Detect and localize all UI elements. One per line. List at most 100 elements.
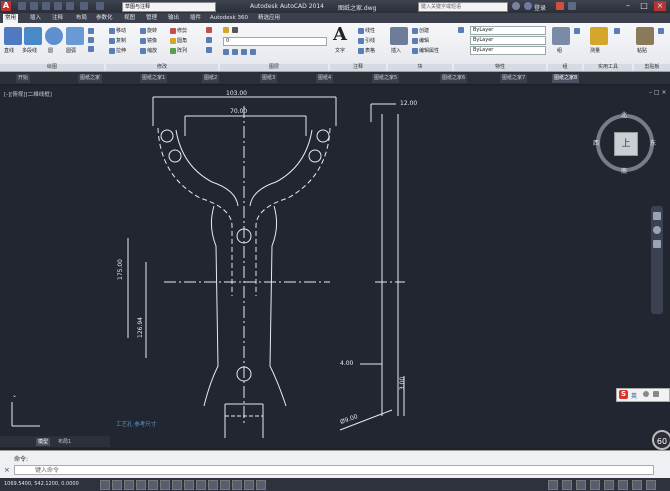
tab-insert[interactable]: 插入 bbox=[30, 14, 41, 23]
layer-freeze-icon[interactable] bbox=[232, 49, 238, 55]
stretch-icon[interactable] bbox=[109, 47, 115, 54]
orbit-icon[interactable] bbox=[653, 240, 661, 248]
viewcube-south[interactable]: 南 bbox=[621, 166, 627, 175]
ducs-icon[interactable] bbox=[196, 480, 206, 490]
rectangle-icon[interactable] bbox=[88, 28, 94, 34]
move-icon[interactable] bbox=[109, 27, 115, 34]
maximize-button[interactable]: □ bbox=[638, 1, 650, 11]
help-icon[interactable] bbox=[568, 2, 576, 10]
ime-keyboard-icon[interactable] bbox=[653, 391, 659, 397]
stretch-label[interactable]: 拉伸 bbox=[116, 48, 126, 54]
group-icon[interactable] bbox=[552, 27, 570, 45]
doc-tab[interactable]: 图纸之家5 bbox=[372, 74, 400, 83]
layer-state-icon[interactable] bbox=[232, 27, 238, 33]
command-close-icon[interactable]: × bbox=[4, 466, 12, 474]
table-icon[interactable] bbox=[358, 47, 364, 54]
edit-attributes-icon[interactable] bbox=[412, 47, 418, 54]
trim-label[interactable]: 修剪 bbox=[177, 28, 187, 34]
line-tool-icon[interactable] bbox=[4, 27, 22, 45]
create-block-label[interactable]: 创建 bbox=[419, 28, 429, 34]
minimize-button[interactable]: – bbox=[622, 1, 634, 11]
scale-icon[interactable] bbox=[140, 47, 146, 54]
text-tool-icon[interactable]: A bbox=[333, 25, 349, 45]
tab-annotate[interactable]: 注释 bbox=[52, 14, 63, 23]
lock-icon[interactable] bbox=[590, 480, 600, 490]
tab-manage[interactable]: 管理 bbox=[146, 14, 157, 23]
lineweight-icon[interactable] bbox=[220, 480, 230, 490]
tab-plugins[interactable]: 插件 bbox=[190, 14, 201, 23]
layer-properties-icon[interactable] bbox=[223, 27, 229, 33]
erase-icon[interactable] bbox=[206, 27, 212, 33]
quick-properties-icon[interactable] bbox=[244, 480, 254, 490]
doc-tab[interactable]: 图纸之家7 bbox=[500, 74, 528, 83]
insert-block-icon[interactable] bbox=[390, 27, 408, 45]
ime-language[interactable]: 英 bbox=[631, 391, 637, 400]
linetype-dropdown[interactable]: ByLayer bbox=[470, 46, 546, 55]
exchange-icon[interactable] bbox=[556, 2, 564, 10]
layer-isolate-icon[interactable] bbox=[223, 49, 229, 55]
snap-icon[interactable] bbox=[112, 480, 122, 490]
explode-icon[interactable] bbox=[206, 37, 212, 43]
ungroup-icon[interactable] bbox=[574, 28, 580, 34]
array-label[interactable]: 阵列 bbox=[177, 48, 187, 54]
dimension-icon[interactable] bbox=[358, 27, 364, 34]
workspace-dropdown[interactable]: 草图与注释 bbox=[122, 2, 216, 12]
copy-icon[interactable] bbox=[109, 37, 115, 44]
color-dropdown[interactable]: ByLayer bbox=[470, 26, 546, 35]
otrack-icon[interactable] bbox=[184, 480, 194, 490]
doc-tab[interactable]: 图纸3 bbox=[260, 74, 278, 83]
model-space-icon[interactable] bbox=[548, 480, 558, 490]
save-as-icon[interactable] bbox=[54, 2, 62, 10]
save-icon[interactable] bbox=[42, 2, 50, 10]
fillet-label[interactable]: 圆角 bbox=[177, 38, 187, 44]
selection-cycling-icon[interactable] bbox=[256, 480, 266, 490]
tab-model[interactable]: 模型 bbox=[36, 438, 51, 446]
clean-screen-icon[interactable] bbox=[632, 480, 642, 490]
tab-featured-apps[interactable]: 精选应用 bbox=[258, 14, 280, 23]
tab-home[interactable]: 常用 bbox=[3, 14, 19, 23]
dyn-icon[interactable] bbox=[208, 480, 218, 490]
infer-constraints-icon[interactable] bbox=[100, 480, 110, 490]
command-input[interactable]: 键入命令 bbox=[14, 465, 654, 475]
annotation-scale-icon[interactable] bbox=[562, 480, 572, 490]
offset-icon[interactable] bbox=[206, 47, 212, 53]
rotate-label[interactable]: 旋转 bbox=[147, 28, 157, 34]
tab-output[interactable]: 输出 bbox=[168, 14, 179, 23]
osnap-icon[interactable] bbox=[160, 480, 170, 490]
edit-attributes-label[interactable]: 编辑属性 bbox=[419, 48, 439, 54]
ime-punctuation-icon[interactable] bbox=[643, 391, 649, 397]
tab-parametric[interactable]: 参数化 bbox=[96, 14, 113, 23]
fillet-icon[interactable] bbox=[170, 37, 176, 44]
navigation-bar[interactable] bbox=[651, 206, 663, 314]
polar-icon[interactable] bbox=[148, 480, 158, 490]
array-icon[interactable] bbox=[170, 47, 176, 54]
quick-select-icon[interactable] bbox=[614, 28, 620, 34]
workspace-switch-icon[interactable] bbox=[576, 480, 586, 490]
sign-in-link[interactable]: 登录 bbox=[534, 3, 546, 12]
doc-tab[interactable]: 图纸4 bbox=[316, 74, 334, 83]
tab-autodesk-360[interactable]: Autodesk 360 bbox=[210, 14, 248, 23]
dimension-label[interactable]: 线性 bbox=[365, 28, 375, 34]
print-icon[interactable] bbox=[66, 2, 74, 10]
layer-lock-icon[interactable] bbox=[250, 49, 256, 55]
arc-tool-icon[interactable] bbox=[66, 27, 84, 45]
paste-icon[interactable] bbox=[636, 27, 654, 45]
table-label[interactable]: 表格 bbox=[365, 48, 375, 54]
doc-tab[interactable]: 图纸2 bbox=[202, 74, 220, 83]
mirror-icon[interactable] bbox=[140, 37, 146, 44]
doc-tab-active[interactable]: 图纸之家8 bbox=[552, 74, 580, 83]
customization-icon[interactable] bbox=[646, 480, 656, 490]
transparency-icon[interactable] bbox=[232, 480, 242, 490]
layer-off-icon[interactable] bbox=[241, 49, 247, 55]
move-label[interactable]: 移动 bbox=[116, 28, 126, 34]
redo-icon[interactable] bbox=[96, 2, 104, 10]
hardware-acceleration-icon[interactable] bbox=[604, 480, 614, 490]
viewcube-face[interactable]: 上 bbox=[614, 132, 638, 156]
hatch-icon[interactable] bbox=[88, 37, 94, 43]
new-file-icon[interactable] bbox=[18, 2, 26, 10]
viewcube-east[interactable]: 东 bbox=[650, 138, 656, 147]
grid-icon[interactable] bbox=[124, 480, 134, 490]
measure-icon[interactable] bbox=[590, 27, 608, 45]
edit-block-icon[interactable] bbox=[412, 37, 418, 44]
layer-dropdown[interactable]: 0 bbox=[223, 37, 327, 46]
